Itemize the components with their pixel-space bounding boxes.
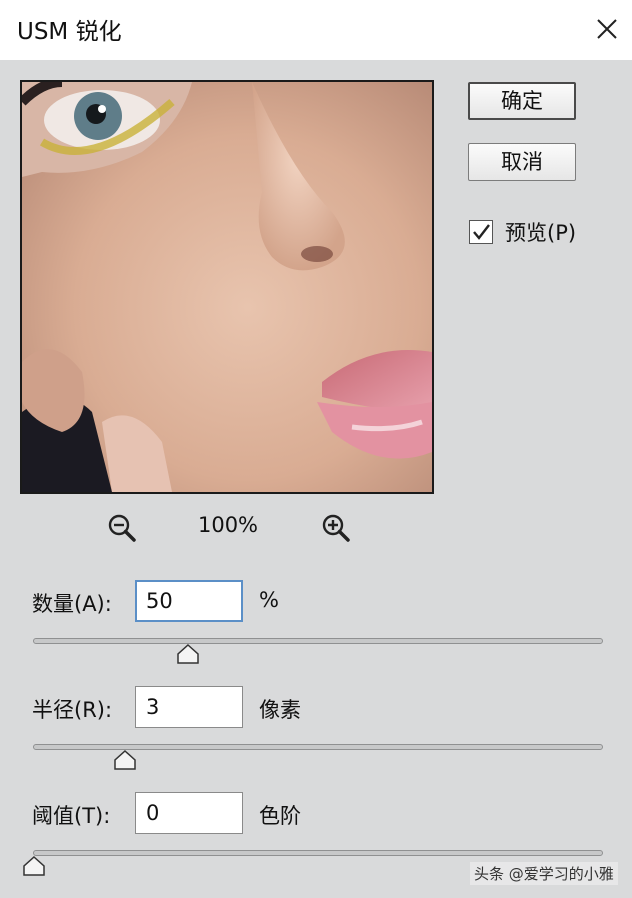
- amount-input[interactable]: [135, 580, 243, 622]
- preview-photo: [22, 82, 432, 492]
- zoom-level: 100%: [197, 513, 259, 537]
- dialog-title: USM 锐化: [17, 19, 122, 45]
- radius-slider-thumb[interactable]: [114, 750, 136, 770]
- threshold-input[interactable]: [135, 792, 243, 834]
- amount-slider-track[interactable]: [33, 638, 603, 644]
- close-icon[interactable]: [590, 12, 624, 46]
- threshold-label: 阈值(T):: [32, 804, 111, 828]
- amount-unit: %: [259, 588, 279, 612]
- preview-label: 预览(P): [505, 221, 577, 245]
- radius-input[interactable]: [135, 686, 243, 728]
- zoom-in-icon[interactable]: [321, 513, 351, 543]
- checkmark-icon: [473, 224, 490, 240]
- watermark-text: 头条 @爱学习的小雅: [470, 862, 618, 885]
- threshold-slider-thumb[interactable]: [23, 856, 45, 876]
- threshold-unit: 色阶: [259, 804, 301, 828]
- zoom-out-icon[interactable]: [107, 513, 137, 543]
- image-preview[interactable]: [20, 80, 434, 494]
- amount-label: 数量(A):: [32, 592, 112, 616]
- radius-label: 半径(R):: [32, 698, 113, 722]
- preview-toggle[interactable]: 预览(P): [469, 217, 576, 247]
- cancel-button[interactable]: 取消: [468, 143, 576, 181]
- title-bar: USM 锐化: [0, 0, 632, 60]
- ok-button[interactable]: 确定: [468, 82, 576, 120]
- radius-unit: 像素: [259, 698, 301, 722]
- preview-checkbox[interactable]: [469, 220, 493, 244]
- amount-slider-thumb[interactable]: [177, 644, 199, 664]
- threshold-slider-track[interactable]: [33, 850, 603, 856]
